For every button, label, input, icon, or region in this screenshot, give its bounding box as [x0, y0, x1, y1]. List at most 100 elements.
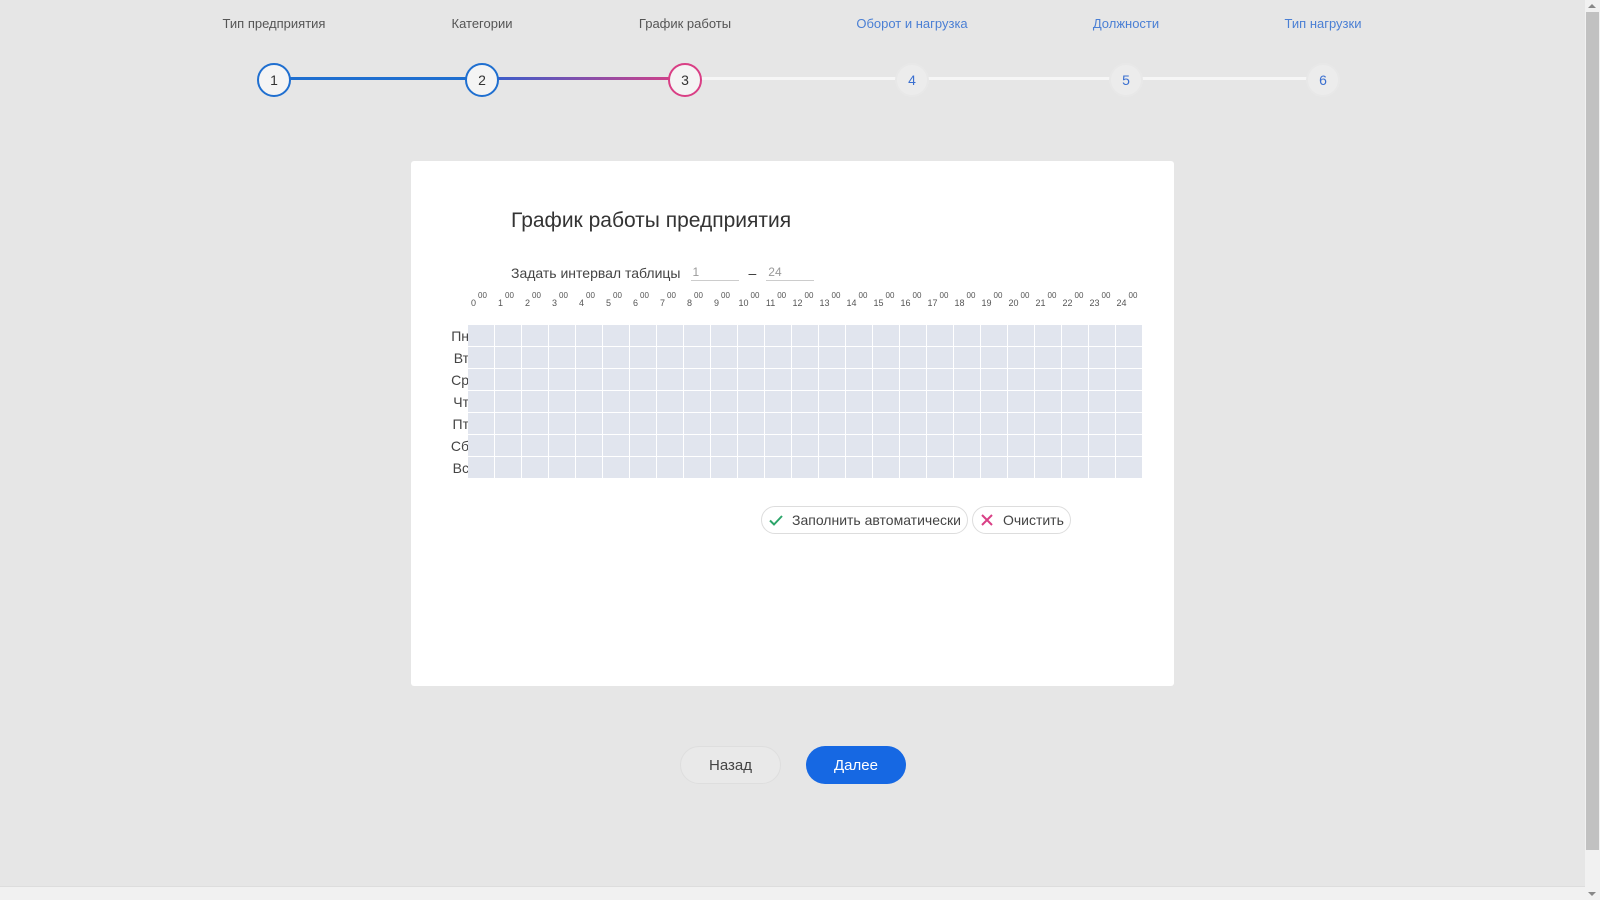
schedule-cell[interactable]: [1116, 325, 1142, 346]
schedule-cell[interactable]: [495, 369, 521, 390]
step-label-1[interactable]: Тип предприятия: [223, 16, 326, 31]
schedule-cell[interactable]: [954, 391, 980, 412]
schedule-cell[interactable]: [954, 325, 980, 346]
schedule-cell[interactable]: [657, 413, 683, 434]
schedule-cell[interactable]: [603, 391, 629, 412]
schedule-cell[interactable]: [549, 435, 575, 456]
scrollbar-thumb[interactable]: [1586, 12, 1599, 850]
schedule-cell[interactable]: [792, 413, 818, 434]
schedule-cell[interactable]: [495, 413, 521, 434]
schedule-cell[interactable]: [846, 413, 872, 434]
schedule-cell[interactable]: [792, 347, 818, 368]
schedule-cell[interactable]: [522, 325, 548, 346]
schedule-cell[interactable]: [468, 325, 494, 346]
schedule-cell[interactable]: [900, 457, 926, 478]
step-circle-5[interactable]: 5: [1109, 63, 1143, 97]
schedule-cell[interactable]: [549, 391, 575, 412]
schedule-cell[interactable]: [684, 369, 710, 390]
schedule-cell[interactable]: [549, 325, 575, 346]
schedule-cell[interactable]: [846, 325, 872, 346]
schedule-cell[interactable]: [1035, 413, 1061, 434]
schedule-cell[interactable]: [630, 435, 656, 456]
schedule-cell[interactable]: [738, 325, 764, 346]
schedule-cell[interactable]: [1008, 369, 1034, 390]
schedule-cell[interactable]: [576, 369, 602, 390]
schedule-cell[interactable]: [765, 413, 791, 434]
schedule-cell[interactable]: [603, 413, 629, 434]
step-circle-6[interactable]: 6: [1306, 63, 1340, 97]
schedule-cell[interactable]: [468, 391, 494, 412]
schedule-cell[interactable]: [846, 347, 872, 368]
schedule-cell[interactable]: [792, 435, 818, 456]
step-label-3[interactable]: График работы: [639, 16, 731, 31]
scroll-down-icon[interactable]: [1588, 892, 1596, 896]
step-circle-1[interactable]: 1: [257, 63, 291, 97]
schedule-cell[interactable]: [846, 435, 872, 456]
vertical-scrollbar[interactable]: [1585, 0, 1600, 900]
schedule-cell[interactable]: [900, 413, 926, 434]
schedule-cell[interactable]: [684, 325, 710, 346]
schedule-cell[interactable]: [684, 457, 710, 478]
schedule-cell[interactable]: [576, 457, 602, 478]
schedule-cell[interactable]: [711, 457, 737, 478]
schedule-cell[interactable]: [576, 347, 602, 368]
step-label-5[interactable]: Должности: [1093, 16, 1159, 31]
schedule-cell[interactable]: [1089, 413, 1115, 434]
schedule-cell[interactable]: [495, 325, 521, 346]
schedule-cell[interactable]: [873, 435, 899, 456]
schedule-cell[interactable]: [1008, 325, 1034, 346]
schedule-cell[interactable]: [1062, 369, 1088, 390]
schedule-cell[interactable]: [630, 457, 656, 478]
schedule-cell[interactable]: [792, 325, 818, 346]
schedule-cell[interactable]: [549, 347, 575, 368]
schedule-cell[interactable]: [576, 413, 602, 434]
schedule-cell[interactable]: [576, 325, 602, 346]
schedule-cell[interactable]: [1035, 325, 1061, 346]
step-label-6[interactable]: Тип нагрузки: [1285, 16, 1362, 31]
schedule-cell[interactable]: [657, 369, 683, 390]
schedule-cell[interactable]: [1008, 391, 1034, 412]
schedule-cell[interactable]: [522, 457, 548, 478]
schedule-cell[interactable]: [819, 369, 845, 390]
schedule-cell[interactable]: [1062, 347, 1088, 368]
schedule-cell[interactable]: [981, 391, 1007, 412]
schedule-cell[interactable]: [738, 457, 764, 478]
schedule-cell[interactable]: [765, 369, 791, 390]
schedule-cell[interactable]: [954, 435, 980, 456]
schedule-cell[interactable]: [522, 413, 548, 434]
schedule-cell[interactable]: [954, 369, 980, 390]
schedule-cell[interactable]: [954, 347, 980, 368]
schedule-cell[interactable]: [1062, 457, 1088, 478]
schedule-cell[interactable]: [468, 457, 494, 478]
schedule-cell[interactable]: [738, 347, 764, 368]
schedule-cell[interactable]: [765, 391, 791, 412]
schedule-cell[interactable]: [819, 457, 845, 478]
schedule-grid[interactable]: [468, 325, 1142, 478]
schedule-cell[interactable]: [522, 369, 548, 390]
schedule-cell[interactable]: [495, 435, 521, 456]
schedule-cell[interactable]: [792, 369, 818, 390]
schedule-cell[interactable]: [873, 325, 899, 346]
schedule-cell[interactable]: [468, 413, 494, 434]
schedule-cell[interactable]: [819, 325, 845, 346]
schedule-cell[interactable]: [603, 369, 629, 390]
schedule-cell[interactable]: [603, 347, 629, 368]
interval-to-input[interactable]: [766, 265, 815, 281]
schedule-cell[interactable]: [1116, 457, 1142, 478]
schedule-cell[interactable]: [711, 435, 737, 456]
schedule-cell[interactable]: [1035, 435, 1061, 456]
schedule-cell[interactable]: [738, 435, 764, 456]
autofill-button[interactable]: Заполнить автоматически: [761, 506, 968, 534]
clear-button[interactable]: Очистить: [971, 506, 1071, 534]
step-circle-4[interactable]: 4: [895, 63, 929, 97]
schedule-cell[interactable]: [765, 457, 791, 478]
schedule-cell[interactable]: [1035, 457, 1061, 478]
schedule-cell[interactable]: [657, 457, 683, 478]
schedule-cell[interactable]: [684, 413, 710, 434]
step-label-4[interactable]: Оборот и нагрузка: [856, 16, 967, 31]
interval-from-input[interactable]: [690, 265, 739, 281]
schedule-cell[interactable]: [846, 391, 872, 412]
schedule-cell[interactable]: [630, 369, 656, 390]
schedule-cell[interactable]: [765, 435, 791, 456]
schedule-cell[interactable]: [576, 435, 602, 456]
